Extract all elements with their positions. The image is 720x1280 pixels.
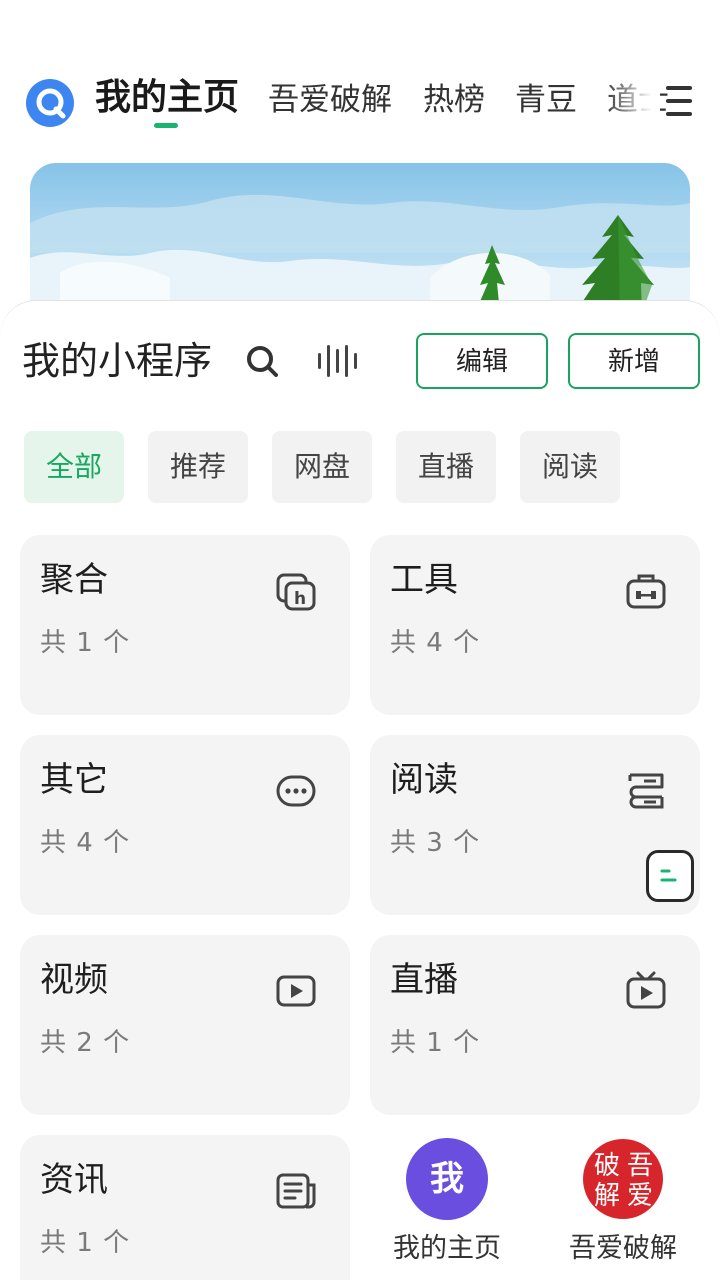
active-tab-indicator: [154, 123, 178, 128]
toolbox-icon: [626, 574, 666, 609]
tab-hot-list[interactable]: 热榜: [423, 80, 485, 120]
card-tools[interactable]: 工具 共 4 个: [370, 535, 700, 715]
tab-my-home[interactable]: 我的主页: [95, 78, 239, 118]
card-news[interactable]: 资讯 共 1 个: [20, 1135, 350, 1280]
floating-assistant-button[interactable]: [646, 850, 694, 902]
card-count: 共 4 个: [390, 628, 481, 658]
add-button[interactable]: 新增: [568, 333, 700, 389]
card-title: 阅读: [390, 760, 458, 800]
card-video[interactable]: 视频 共 2 个: [20, 935, 350, 1115]
card-count: 共 1 个: [40, 628, 131, 658]
menu-icon[interactable]: [662, 82, 698, 122]
svg-text:破: 破: [594, 1151, 620, 1181]
card-live[interactable]: 直播 共 1 个: [370, 935, 700, 1115]
more-dots-icon: [276, 775, 316, 807]
svg-text:解: 解: [594, 1181, 620, 1211]
edit-button[interactable]: 编辑: [416, 333, 548, 389]
app-logo-icon[interactable]: [25, 78, 75, 128]
card-title: 视频: [40, 960, 108, 1000]
search-icon[interactable]: [244, 343, 280, 379]
dock-label: 吾爱破解: [569, 1233, 677, 1264]
chip-all[interactable]: 全部: [24, 431, 124, 503]
card-aggregate[interactable]: 聚合 共 1 个 h: [20, 535, 350, 715]
aggregate-icon: h: [276, 573, 316, 611]
chat-icon: [660, 869, 677, 882]
book-icon: [628, 773, 664, 809]
card-title: 直播: [390, 960, 458, 1000]
my-home-avatar: 我: [406, 1138, 488, 1220]
chip-reading[interactable]: 阅读: [520, 431, 620, 503]
svg-text:爱: 爱: [627, 1181, 653, 1211]
voice-search-icon[interactable]: [314, 341, 358, 381]
news-icon: [276, 1173, 316, 1209]
video-play-icon: [276, 975, 316, 1007]
card-count: 共 1 个: [390, 1028, 481, 1058]
svg-text:吾: 吾: [627, 1151, 653, 1181]
card-title: 其它: [40, 760, 108, 800]
dock-label: 我的主页: [393, 1233, 501, 1264]
card-title: 聚合: [40, 560, 108, 600]
banner-image[interactable]: [30, 163, 690, 323]
tab-52pojie[interactable]: 吾爱破解: [268, 80, 392, 120]
card-count: 共 4 个: [40, 828, 131, 858]
tv-icon: [626, 971, 666, 1009]
chip-netdisk[interactable]: 网盘: [272, 431, 372, 503]
card-title: 资讯: [40, 1160, 108, 1200]
mini-programs-sheet: 我的小程序 编辑 新增 全部 推荐 网盘 直播 阅读 聚合 共 1 个 h 工具…: [0, 300, 720, 1280]
card-title: 工具: [390, 560, 458, 600]
tab-fade-overlay: [605, 70, 660, 130]
dock-52pojie[interactable]: 吾 爱 破 解 吾爱破解: [548, 1138, 698, 1280]
app-screen: 我的主页 吾爱破解 热榜 青豆 道士: [0, 0, 720, 1280]
sheet-title: 我的小程序: [22, 339, 213, 383]
52pojie-seal-icon: 吾 爱 破 解: [583, 1139, 663, 1219]
dock-my-home[interactable]: 我 我的主页: [372, 1138, 522, 1280]
top-nav: 我的主页 吾爱破解 热榜 青豆 道士: [0, 70, 720, 134]
card-count: 共 1 个: [40, 1228, 131, 1258]
card-other[interactable]: 其它 共 4 个: [20, 735, 350, 915]
svg-text:h: h: [294, 589, 306, 609]
tab-qingdou[interactable]: 青豆: [515, 80, 577, 120]
card-count: 共 2 个: [40, 1028, 131, 1058]
chip-recommended[interactable]: 推荐: [148, 431, 248, 503]
chip-live[interactable]: 直播: [396, 431, 496, 503]
card-count: 共 3 个: [390, 828, 481, 858]
